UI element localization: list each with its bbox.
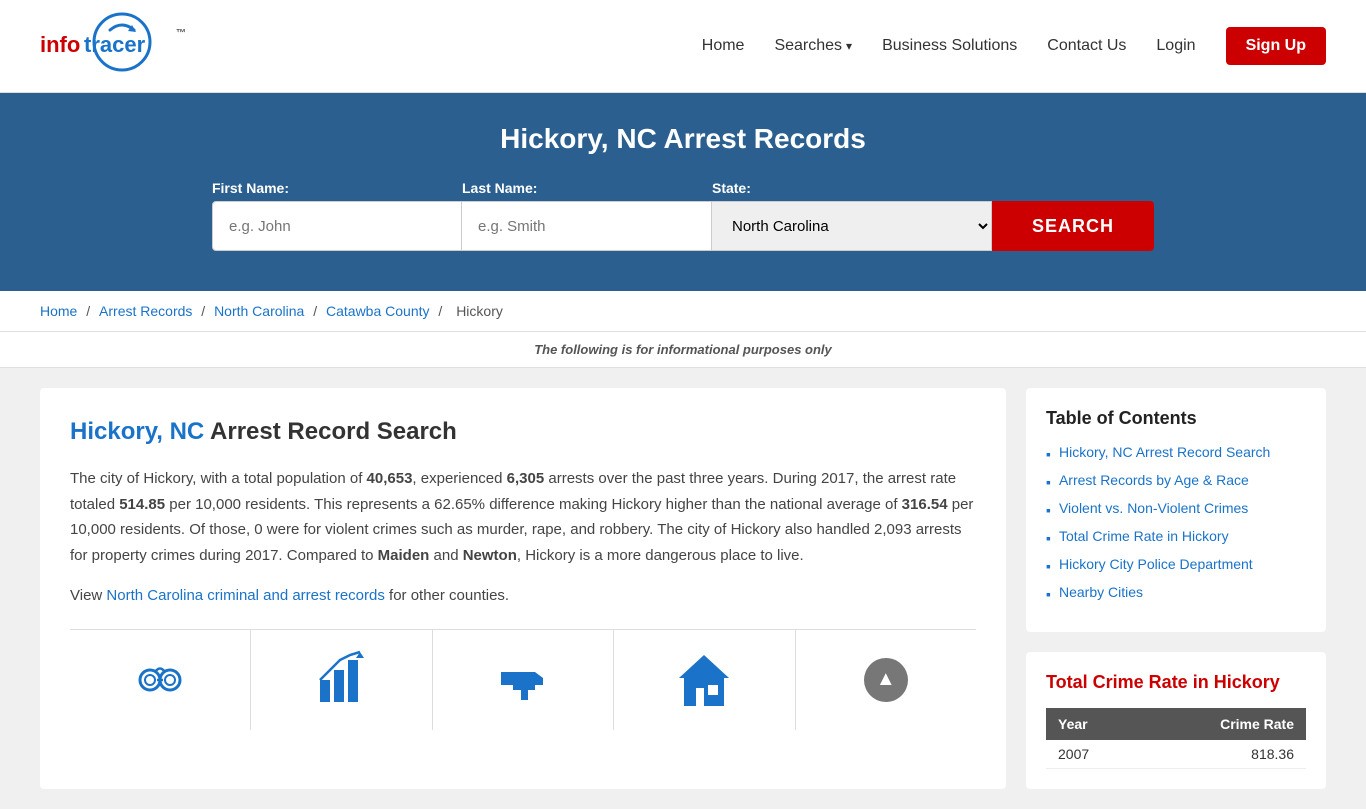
site-header: info tracer ™ Home Searches ▾ Business S… [0, 0, 1366, 93]
content-heading: Hickory, NC Arrest Record Search [70, 418, 976, 446]
toc-item-5: Hickory City Police Department [1046, 556, 1306, 574]
toc-link-2[interactable]: Arrest Records by Age & Race [1059, 472, 1249, 488]
hero-title: Hickory, NC Arrest Records [40, 123, 1326, 155]
rate-2007: 818.36 [1140, 740, 1306, 769]
crime-rate-box: Total Crime Rate in Hickory Year Crime R… [1026, 652, 1326, 789]
state-group: State: North Carolina Alabama Alaska Ari… [712, 180, 992, 251]
crime-rate-row-1: 2007 818.36 [1046, 740, 1306, 769]
nav-home[interactable]: Home [702, 37, 745, 55]
house-icon [674, 650, 734, 710]
nav-business[interactable]: Business Solutions [882, 37, 1017, 55]
toc-item-4: Total Crime Rate in Hickory [1046, 528, 1306, 546]
breadcrumb-catawba-county[interactable]: Catawba County [326, 303, 430, 319]
main-content: Hickory, NC Arrest Record Search The cit… [40, 388, 1006, 789]
heading-rest: Arrest Record Search [204, 418, 457, 445]
nc-records-link[interactable]: North Carolina criminal and arrest recor… [106, 587, 384, 604]
toc-item-2: Arrest Records by Age & Race [1046, 472, 1306, 490]
breadcrumb-sep-1: / [86, 303, 94, 319]
svg-text:™: ™ [176, 28, 186, 39]
heading-blue: Hickory, NC [70, 418, 204, 445]
hero-section: Hickory, NC Arrest Records First Name: L… [0, 93, 1366, 291]
breadcrumb-hickory: Hickory [456, 303, 503, 319]
handcuffs-icon [130, 650, 190, 710]
toc-link-3[interactable]: Violent vs. Non-Violent Crimes [1059, 500, 1248, 516]
logo-svg: info tracer ™ [40, 10, 240, 75]
main-layout: Hickory, NC Arrest Record Search The cit… [0, 368, 1366, 809]
year-2007: 2007 [1046, 740, 1140, 769]
first-name-input[interactable] [212, 201, 462, 251]
breadcrumb-arrest-records[interactable]: Arrest Records [99, 303, 192, 319]
toc-link-4[interactable]: Total Crime Rate in Hickory [1059, 528, 1229, 544]
last-name-label: Last Name: [462, 180, 712, 196]
chevron-down-icon: ▾ [846, 39, 852, 53]
gun-icon [493, 650, 553, 710]
info-banner: The following is for informational purpo… [0, 332, 1366, 368]
toc-link-5[interactable]: Hickory City Police Department [1059, 556, 1253, 572]
breadcrumb-north-carolina[interactable]: North Carolina [214, 303, 304, 319]
toc-item-1: Hickory, NC Arrest Record Search [1046, 444, 1306, 462]
toc-item-6: Nearby Cities [1046, 584, 1306, 602]
crime-rate-title: Total Crime Rate in Hickory [1046, 672, 1306, 693]
breadcrumb-home[interactable]: Home [40, 303, 77, 319]
breadcrumb-sep-2: / [201, 303, 209, 319]
signup-button[interactable]: Sign Up [1226, 27, 1326, 65]
breadcrumb-sep-3: / [313, 303, 321, 319]
scroll-top-cell: ▲ [796, 630, 976, 730]
search-button[interactable]: SEARCH [992, 201, 1154, 251]
gun-icon-cell [433, 630, 614, 730]
handcuffs-icon-cell [70, 630, 251, 730]
login-button[interactable]: Login [1156, 37, 1195, 55]
toc-link-6[interactable]: Nearby Cities [1059, 584, 1143, 600]
toc-list: Hickory, NC Arrest Record Search Arrest … [1046, 444, 1306, 602]
first-name-label: First Name: [212, 180, 462, 196]
logo-text: info tracer ™ [40, 10, 240, 82]
main-nav: Home Searches ▾ Business Solutions Conta… [702, 27, 1326, 65]
col-year: Year [1046, 708, 1140, 740]
last-name-group: Last Name: [462, 180, 712, 251]
breadcrumb: Home / Arrest Records / North Carolina /… [0, 291, 1366, 332]
col-rate: Crime Rate [1140, 708, 1306, 740]
chart-icon [312, 650, 372, 710]
nav-contact[interactable]: Contact Us [1047, 37, 1126, 55]
toc-box: Table of Contents Hickory, NC Arrest Rec… [1026, 388, 1326, 632]
house-icon-cell [614, 630, 795, 730]
logo: info tracer ™ [40, 10, 240, 82]
toc-title: Table of Contents [1046, 408, 1306, 429]
nav-searches[interactable]: Searches ▾ [774, 37, 852, 55]
search-form: First Name: Last Name: State: North Caro… [133, 180, 1233, 251]
first-name-group: First Name: [212, 180, 462, 251]
svg-text:info: info [40, 32, 80, 57]
svg-text:tracer: tracer [84, 32, 146, 57]
state-label: State: [712, 180, 992, 196]
icons-row: ▲ [70, 629, 976, 730]
chart-icon-cell [251, 630, 432, 730]
sidebar: Table of Contents Hickory, NC Arrest Rec… [1026, 388, 1326, 789]
toc-item-3: Violent vs. Non-Violent Crimes [1046, 500, 1306, 518]
last-name-input[interactable] [462, 201, 712, 251]
content-link-paragraph: View North Carolina criminal and arrest … [70, 583, 976, 609]
content-paragraph: The city of Hickory, with a total popula… [70, 466, 976, 568]
crime-rate-table: Year Crime Rate 2007 818.36 [1046, 708, 1306, 769]
toc-link-1[interactable]: Hickory, NC Arrest Record Search [1059, 444, 1270, 460]
scroll-top-button[interactable]: ▲ [864, 658, 908, 702]
breadcrumb-sep-4: / [438, 303, 446, 319]
state-select[interactable]: North Carolina Alabama Alaska Arizona Ca… [712, 201, 992, 251]
